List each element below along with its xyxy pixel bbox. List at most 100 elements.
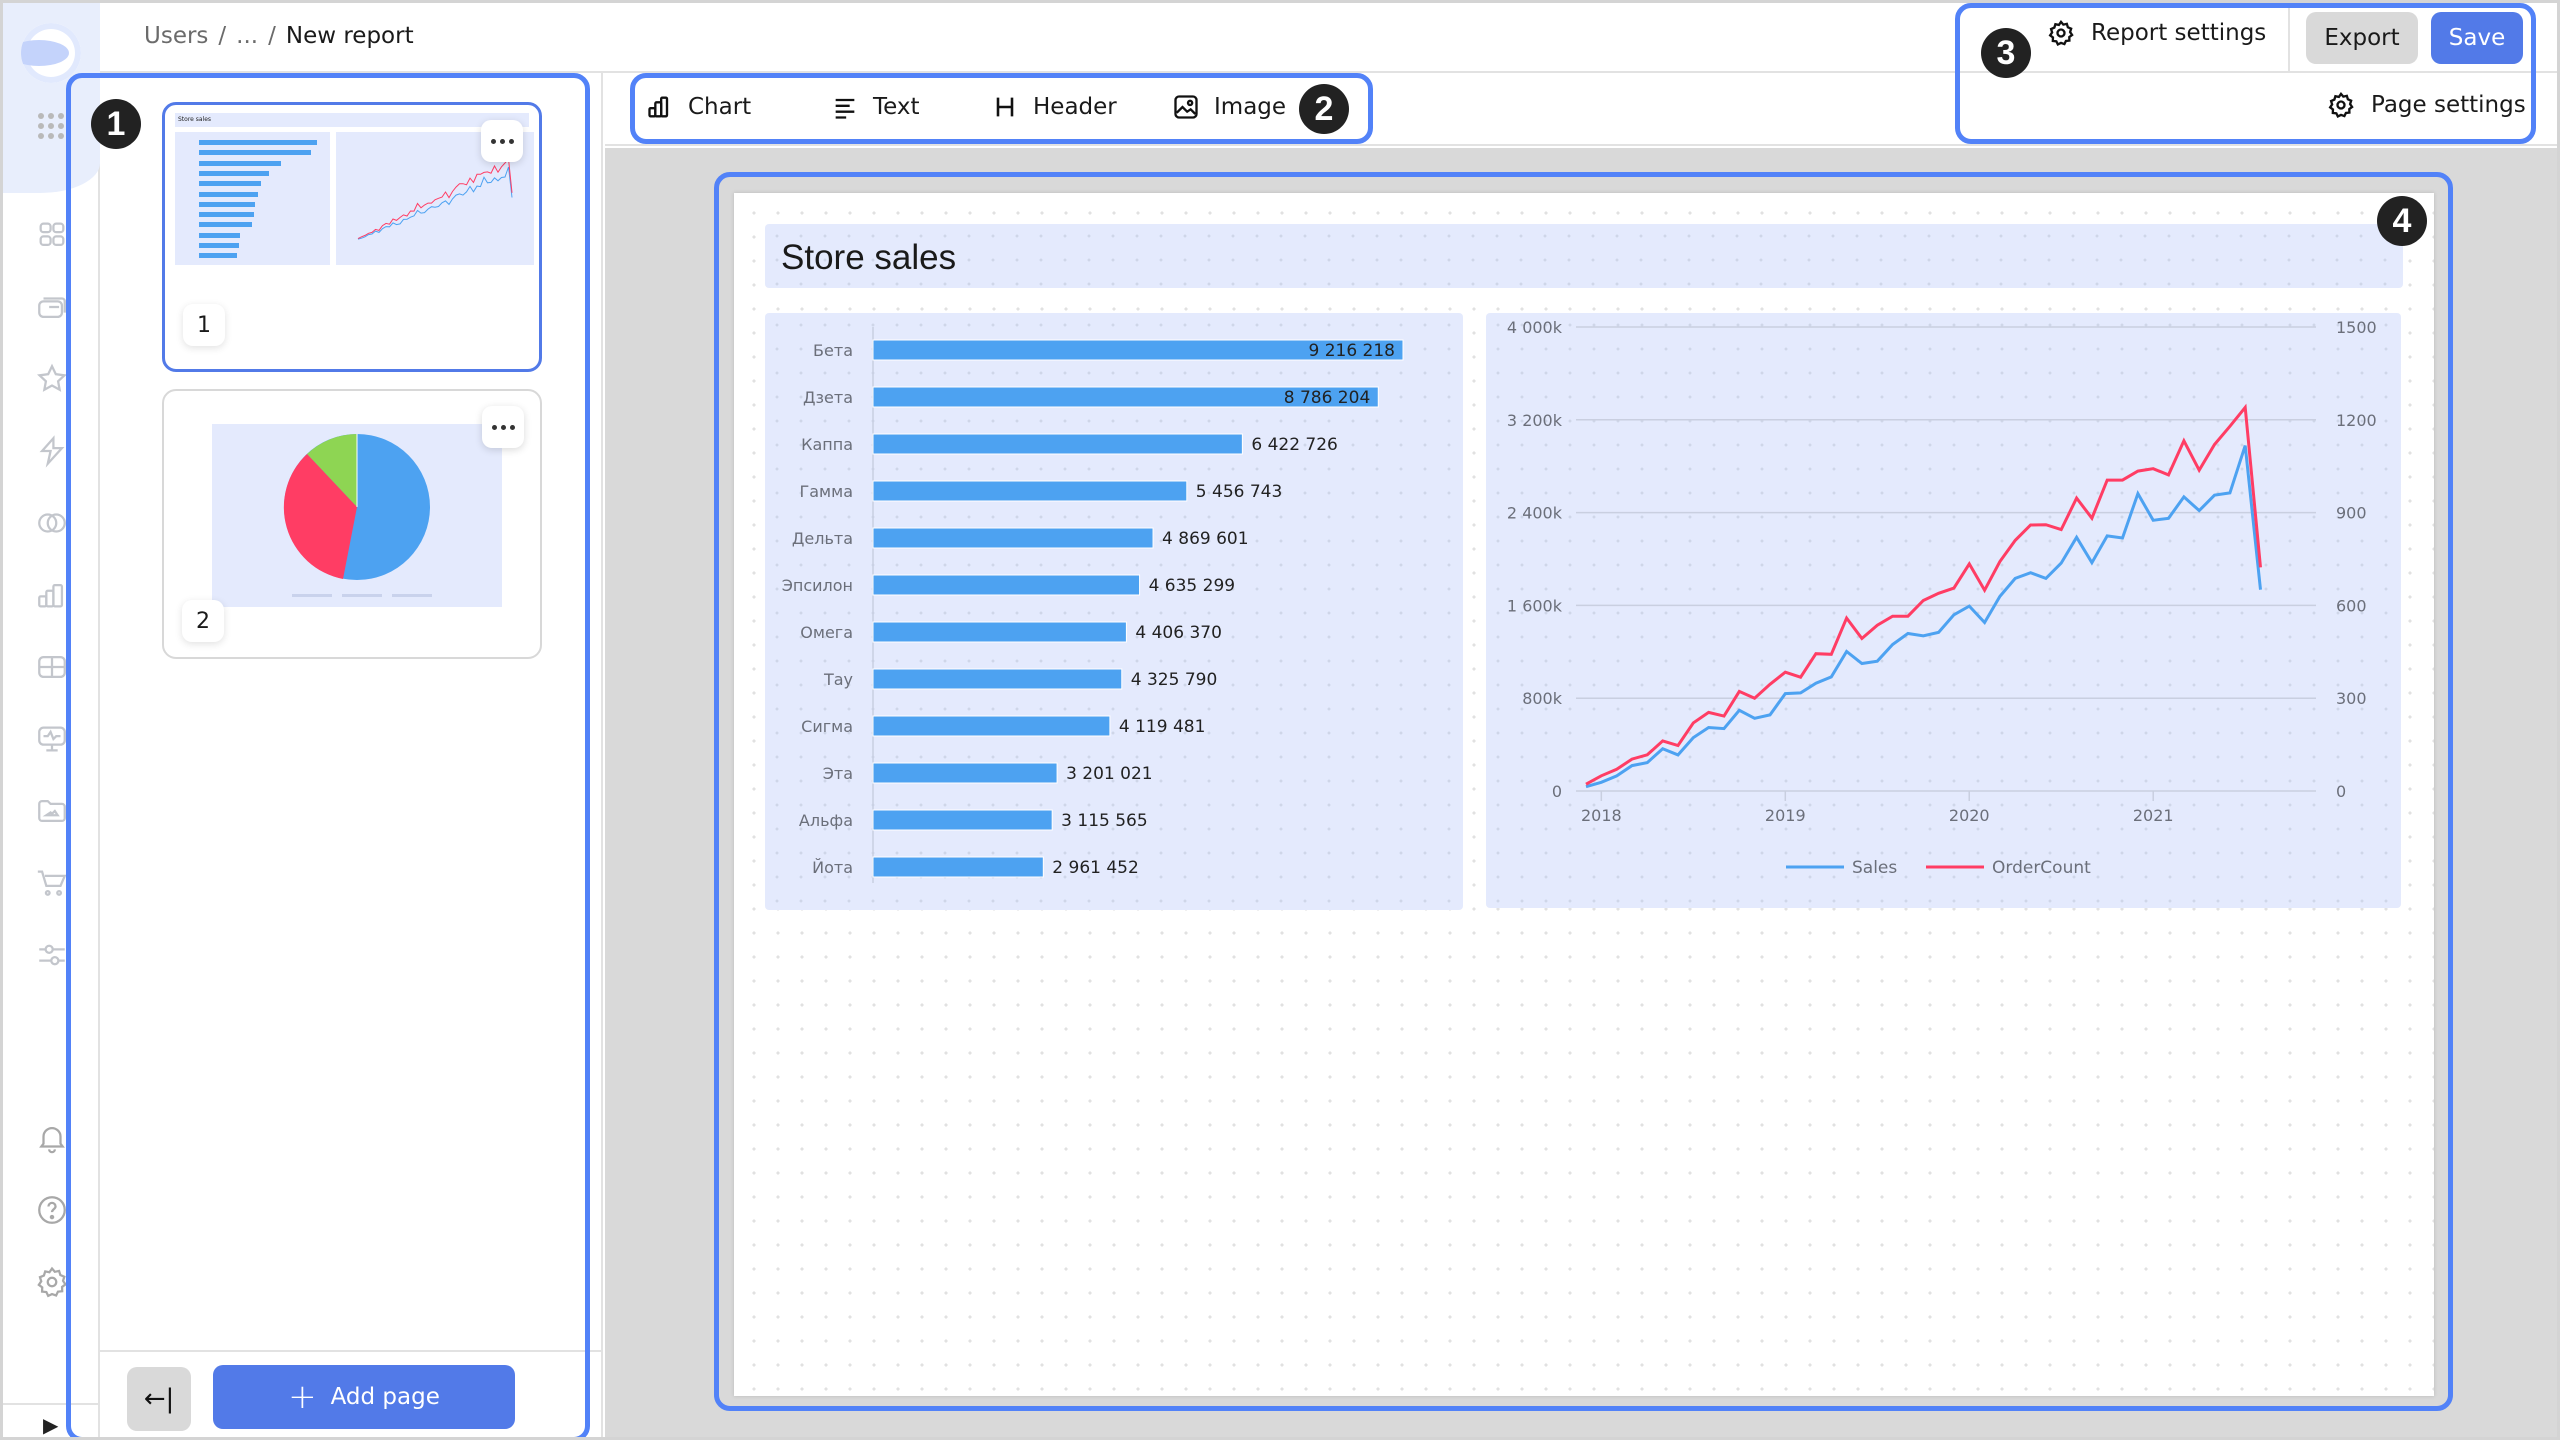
bar-value-label: 4 406 370 (1135, 623, 1222, 643)
y-left-tick-label: 1 600k (1507, 596, 1563, 615)
monitoring-icon[interactable] (35, 722, 69, 756)
help-icon[interactable] (35, 1193, 69, 1227)
save-button[interactable]: Save (2431, 12, 2523, 64)
bar-value-label: 4 119 481 (1119, 717, 1206, 737)
settings-icon[interactable] (35, 1265, 69, 1299)
page-number: 2 (182, 600, 224, 642)
thumbnail-title: Store sales (175, 113, 529, 127)
page-menu-button[interactable] (481, 120, 523, 162)
bar (872, 715, 1111, 737)
bar (872, 480, 1188, 502)
y-right-tick-label: 1500 (2336, 318, 2377, 337)
bar (872, 668, 1123, 690)
add-header-button[interactable]: Header (991, 93, 1117, 121)
bar-chart-widget[interactable]: Бета 9 216 218 Дзета 8 786 204 Каппа 6 422 72… (765, 313, 1463, 910)
text-label: Text (873, 94, 920, 120)
bar-category-label: Тау (823, 670, 853, 689)
bar-value-label: 5 456 743 (1196, 482, 1283, 502)
legend-label: Sales (1852, 858, 1897, 878)
notifications-icon[interactable] (35, 1121, 69, 1155)
bar-chart: Бета 9 216 218 Дзета 8 786 204 Каппа 6 422 72… (782, 327, 1404, 883)
bar (872, 621, 1127, 643)
widget-toolbar: Chart Text Header Image Page settings (605, 73, 2557, 146)
bar-value-label: 3 201 021 (1066, 764, 1153, 784)
settings-sliders-icon[interactable] (35, 938, 69, 972)
annotation-marker-3: 3 (1981, 28, 2031, 78)
image-label: Image (1214, 94, 1287, 120)
page-menu-button[interactable] (482, 406, 524, 448)
add-chart-button[interactable]: Chart (646, 93, 751, 121)
bar-category-label: Сигма (801, 717, 853, 736)
bar-value-label: 8 786 204 (1284, 388, 1371, 408)
dashboards-icon[interactable] (35, 218, 69, 252)
bar-value-label: 4 325 790 (1131, 670, 1218, 690)
breadcrumb-ellipsis[interactable]: ... (236, 23, 258, 49)
bar-category-label: Дзета (803, 388, 853, 407)
mini-bar (199, 140, 317, 145)
breadcrumb-current: New report (285, 23, 414, 49)
expand-rail-icon[interactable]: ▶ (43, 1413, 58, 1437)
breadcrumb-separator: / (218, 23, 227, 49)
mini-bar (199, 222, 252, 228)
marketplace-icon[interactable] (35, 866, 69, 900)
page-settings-button[interactable]: Page settings (2327, 91, 2526, 119)
report-settings-button[interactable]: Report settings (2047, 19, 2266, 47)
bar-category-label: Эта (823, 764, 853, 783)
bar-category-label: Дельта (792, 529, 853, 548)
mini-bar (199, 181, 262, 187)
mini-bar (199, 170, 269, 176)
bar-value-label: 4 869 601 (1162, 529, 1249, 549)
add-image-button[interactable]: Image (1172, 93, 1286, 121)
charts-icon[interactable] (35, 578, 69, 612)
mini-bar (199, 191, 259, 197)
y-right-tick-label: 0 (2336, 782, 2346, 801)
report-title: Store sales (781, 238, 957, 277)
line-chart-widget[interactable]: 0 800k 1 600k 2 400k 3 200k 4 000k 0 300 600 900 1… (1486, 313, 2401, 908)
breadcrumb-users[interactable]: Users (144, 23, 208, 49)
files-icon[interactable] (35, 794, 69, 828)
add-text-button[interactable]: Text (831, 93, 920, 121)
bar-value-label: 2 961 452 (1052, 858, 1139, 878)
favorites-icon[interactable] (35, 362, 69, 396)
bar (872, 762, 1058, 784)
bar (872, 856, 1044, 878)
breadcrumb: Users / ... / New report (144, 23, 414, 49)
y-right-tick-label: 300 (2336, 689, 2367, 708)
y-left-tick-label: 2 400k (1507, 504, 1563, 523)
report-settings-label: Report settings (2091, 20, 2267, 46)
bar-category-label: Омега (800, 623, 853, 642)
bar-category-label: Эпсилон (782, 576, 853, 595)
thumbnail-pie-chart (212, 424, 502, 607)
apps-grid-icon[interactable] (38, 113, 64, 139)
bar-category-label: Йота (812, 858, 853, 877)
bar-category-label: Альфа (799, 811, 853, 830)
mini-bar (199, 201, 256, 207)
gear-icon (2048, 20, 2074, 46)
datasets-icon[interactable] (35, 506, 69, 540)
gear-icon (2328, 92, 2354, 118)
bar-category-label: Каппа (801, 435, 853, 454)
x-tick-label: 2018 (1581, 806, 1622, 825)
collapse-panel-button[interactable]: ←| (127, 1367, 191, 1431)
connections-icon[interactable] (35, 434, 69, 468)
page-thumbnail-2[interactable]: 2 (162, 389, 542, 659)
add-page-label: Add page (330, 1384, 440, 1410)
logo-icon[interactable] (21, 23, 81, 83)
export-button[interactable]: Export (2306, 12, 2418, 64)
divider (3, 1403, 100, 1405)
app-window: ▶ Users / ... / New report Report settin… (3, 3, 2557, 1437)
y-left-tick-label: 800k (1522, 689, 1563, 708)
ql-charts-icon[interactable] (35, 650, 69, 684)
nav-rail: ▶ (3, 3, 100, 1437)
plus-icon: + (288, 1377, 317, 1417)
page-thumbnail-1[interactable]: Store sales 1 (162, 102, 542, 372)
mini-bar (199, 232, 240, 238)
title-widget[interactable]: Store sales (765, 224, 2403, 288)
add-page-button[interactable]: + Add page (213, 1365, 515, 1429)
mini-bar (199, 212, 255, 218)
bar-value-label: 9 216 218 (1308, 341, 1395, 361)
page-settings-label: Page settings (2371, 92, 2526, 118)
mini-bar (199, 243, 239, 248)
collections-icon[interactable] (35, 290, 69, 324)
pages-panel: Store sales 1 2 ←| + Add page (100, 73, 603, 1437)
